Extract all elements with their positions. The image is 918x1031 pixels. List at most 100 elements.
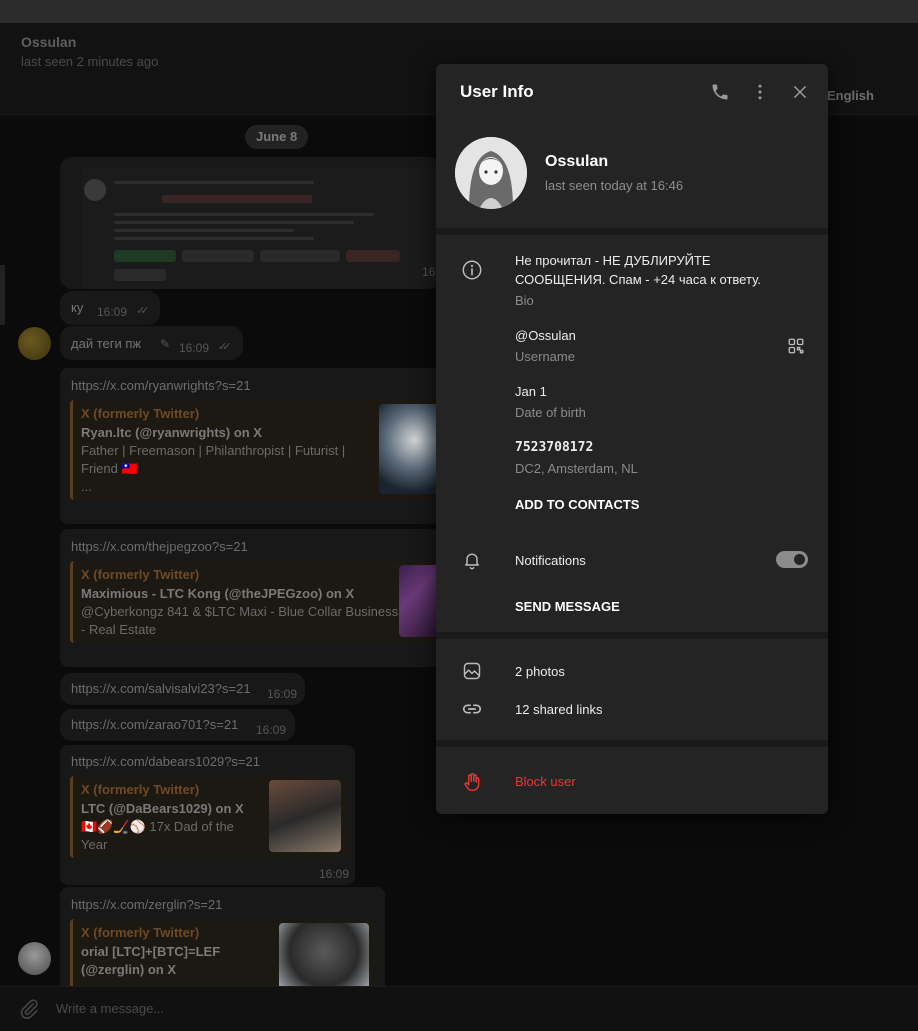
preview-image [399, 565, 436, 637]
profile-avatar[interactable] [455, 137, 527, 209]
message-composer[interactable]: Write a message... [0, 986, 918, 1031]
birthdate-label: Date of birth [515, 405, 586, 420]
preview-image [269, 780, 341, 852]
translate-language-button[interactable]: English [827, 88, 874, 103]
thumbnail-button [114, 250, 176, 262]
bio-label: Bio [515, 293, 534, 308]
message-link[interactable]: https://x.com/thejpegzoo?s=21 [71, 539, 248, 554]
message-link[interactable]: https://x.com/zarao701?s=21 [71, 717, 238, 732]
notifications-toggle[interactable] [776, 551, 808, 568]
block-user-button[interactable]: Block user [515, 774, 576, 789]
message-text: ку [71, 300, 84, 315]
preview-site-name: X (formerly Twitter) [81, 567, 200, 582]
notifications-label: Notifications [515, 553, 586, 568]
window-titlebar [0, 0, 918, 23]
link-message[interactable]: https://x.com/zerglin?s=21 X (formerly T… [60, 887, 385, 986]
phone-icon[interactable] [706, 78, 734, 106]
preview-description: Year [81, 837, 108, 852]
chat-status: last seen 2 minutes ago [21, 54, 159, 69]
section-divider [436, 740, 828, 747]
thumbnail-line [114, 229, 294, 232]
toggle-knob [794, 554, 805, 565]
link-preview[interactable]: X (formerly Twitter) Ryan.ltc (@ryanwrig… [70, 400, 436, 500]
screenshot-thumbnail [82, 167, 440, 289]
preview-description: Father | Freemason | Philanthropist | Fu… [81, 443, 346, 458]
message-time: 16:09 [179, 341, 210, 355]
preview-site-name: X (formerly Twitter) [81, 782, 200, 797]
link-message[interactable]: https://x.com/thejpegzoo?s=21 X (formerl… [60, 529, 440, 667]
thumbnail-line [114, 221, 354, 224]
image-message[interactable]: 16 [60, 157, 440, 289]
message-time: 16:09 [97, 305, 128, 319]
shared-links-button[interactable]: 12 shared links [515, 700, 602, 719]
telegram-window: Ossulan last seen 2 minutes ago English … [0, 0, 918, 1031]
thumbnail-line [114, 181, 314, 184]
profile-status: last seen today at 16:46 [545, 178, 684, 193]
preview-title: LTC (@DaBears1029) on X [81, 801, 244, 816]
shared-photos-button[interactable]: 2 photos [515, 662, 565, 681]
bio-text-line: СООБЩЕНИЯ. Спам - +24 часа к ответу. [515, 272, 761, 287]
chat-title[interactable]: Ossulan [21, 34, 76, 50]
bell-icon [460, 548, 484, 572]
message-link[interactable]: https://x.com/dabears1029?s=21 [71, 754, 260, 769]
link-message[interactable]: https://x.com/ryanwrights?s=21 X (former… [60, 368, 440, 524]
message-time: 16:09 [256, 723, 287, 737]
close-icon[interactable] [786, 78, 814, 106]
profile-name: Ossulan [545, 153, 609, 170]
double-check-icon: ✓✓ [136, 305, 150, 317]
section-divider [436, 228, 828, 235]
preview-description: - Real Estate [81, 622, 157, 637]
add-to-contacts-button[interactable]: ADD TO CONTACTS [515, 497, 639, 512]
more-vert-icon[interactable] [746, 78, 774, 106]
preview-description: 🇨🇦🏈🏒⚾ 17x Dad of the [81, 819, 234, 834]
link-preview[interactable]: X (formerly Twitter) orial [LTC]+[BTC]=L… [70, 919, 376, 986]
datacenter-label: DC2, Amsterdam, NL [515, 461, 638, 476]
message-link[interactable]: https://x.com/ryanwrights?s=21 [71, 378, 251, 393]
link-message[interactable]: https://x.com/zarao701?s=21 16:09 [60, 709, 295, 741]
info-icon [460, 258, 484, 282]
hand-stop-icon [460, 770, 484, 794]
link-preview[interactable]: X (formerly Twitter) Maximious - LTC Kon… [70, 561, 436, 643]
qr-code-icon[interactable] [784, 334, 808, 358]
preview-image [279, 923, 369, 986]
birthdate-value: Jan 1 [515, 384, 547, 399]
thumbnail-line [114, 213, 374, 216]
text-message[interactable]: ку 16:09 ✓✓ [60, 291, 160, 325]
message-time: 16 [422, 265, 436, 279]
thumbnail-button [182, 250, 254, 262]
phone-value[interactable]: 7523708172 [515, 440, 593, 455]
photo-icon [460, 659, 484, 683]
text-message[interactable]: дай теги пж ✎ 16:09 ✓✓ [60, 326, 243, 360]
double-check-icon: ✓✓ [218, 341, 232, 353]
preview-description: ... [81, 479, 92, 494]
username-value[interactable]: @Ossulan [515, 326, 576, 345]
message-link[interactable]: https://x.com/salvisalvi23?s=21 [71, 681, 251, 696]
link-message[interactable]: https://x.com/dabears1029?s=21 X (former… [60, 745, 355, 885]
message-text: дай теги пж [71, 336, 142, 351]
preview-image [379, 404, 436, 494]
date-separator: June 8 [245, 125, 309, 149]
user-info-panel: User Info Ossulan last seen today at 16:… [436, 64, 828, 814]
thumbnail-line [162, 195, 312, 203]
thumbnail-button [114, 269, 166, 281]
avatar[interactable] [18, 942, 51, 975]
bio-text-line: Не прочитал - НЕ ДУБЛИРУЙТЕ [515, 253, 711, 268]
message-input[interactable]: Write a message... [56, 1001, 164, 1016]
thumbnail-button [260, 250, 340, 262]
send-message-button[interactable]: SEND MESSAGE [515, 599, 620, 614]
link-message[interactable]: https://x.com/salvisalvi23?s=21 16:09 [60, 673, 305, 705]
preview-title: Ryan.ltc (@ryanwrights) on X [81, 425, 262, 440]
link-preview[interactable]: X (formerly Twitter) LTC (@DaBears1029) … [70, 776, 348, 858]
pencil-icon: ✎ [160, 337, 171, 351]
avatar[interactable] [18, 327, 51, 360]
paperclip-icon[interactable] [18, 998, 40, 1020]
scrollbar[interactable] [0, 265, 5, 325]
message-link[interactable]: https://x.com/zerglin?s=21 [71, 897, 222, 912]
preview-site-name: X (formerly Twitter) [81, 406, 200, 421]
avatar [84, 179, 106, 201]
username-label: Username [515, 349, 575, 364]
thumbnail-button [346, 250, 400, 262]
preview-description: @Cyberkongz 841 & $LTC Maxi - Blue Colla… [81, 604, 399, 619]
section-divider [436, 632, 828, 639]
preview-description: Friend 🇹🇼 [81, 461, 138, 476]
